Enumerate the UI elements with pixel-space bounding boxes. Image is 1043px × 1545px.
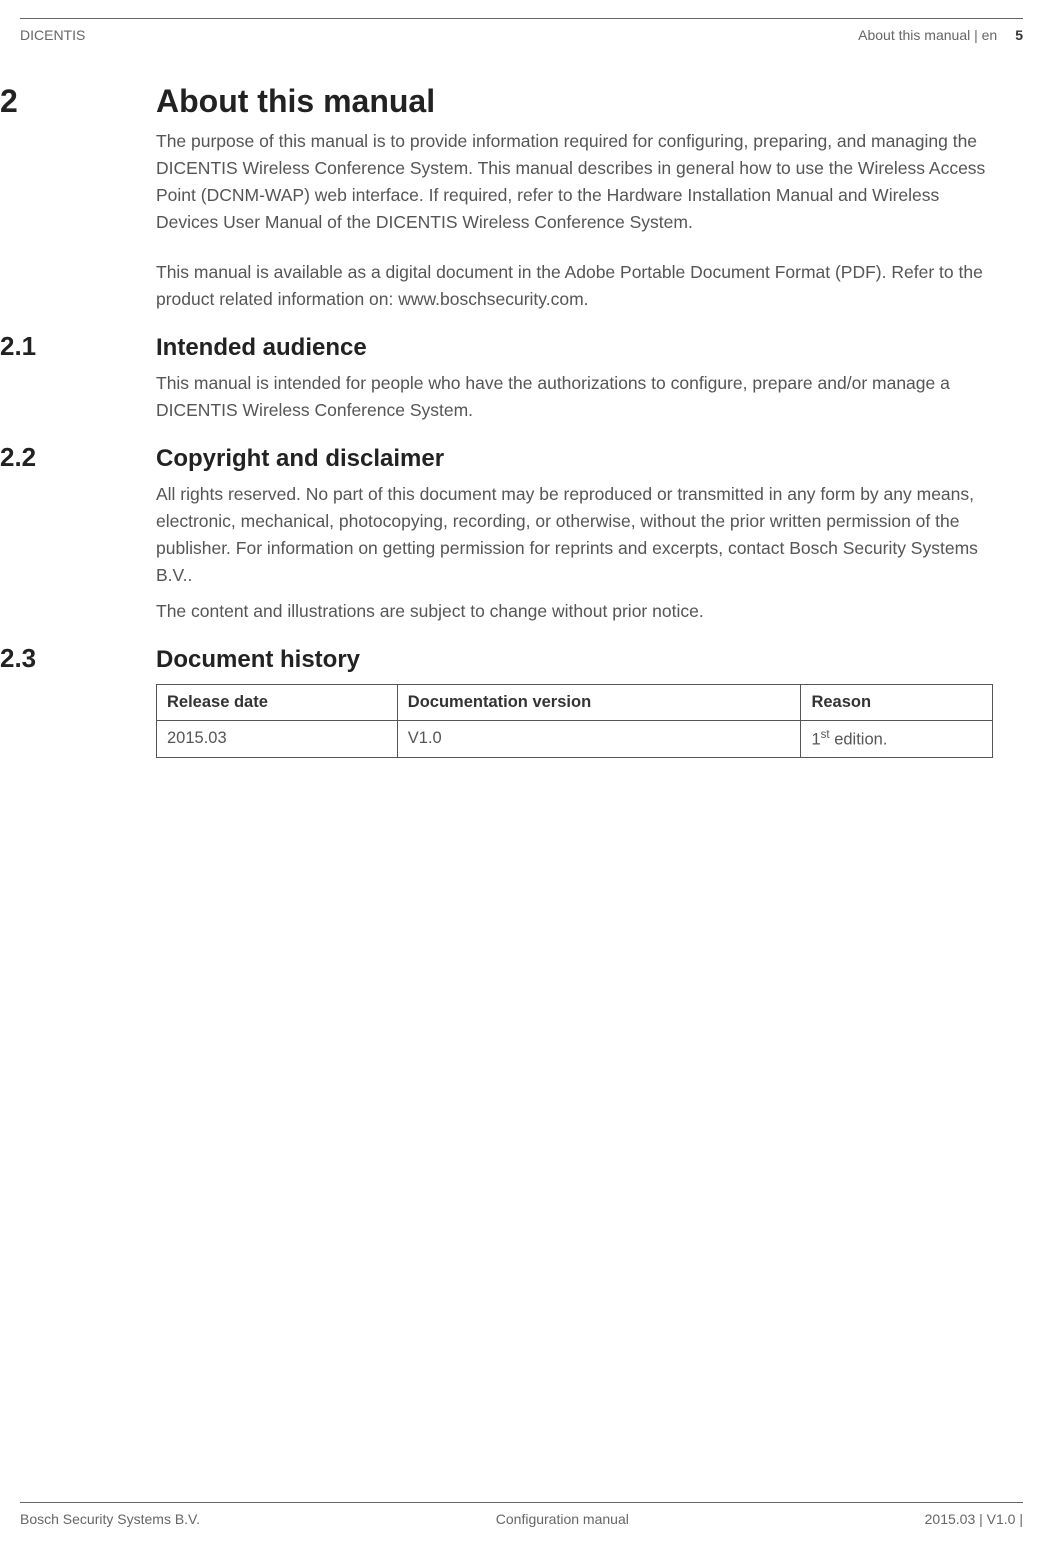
col-reason: Reason bbox=[801, 684, 993, 720]
header-right: About this manual | en 5 bbox=[858, 27, 1023, 43]
section-2-2-paragraph-1: All rights reserved. No part of this doc… bbox=[156, 481, 993, 590]
section-2: 2 About this manual bbox=[0, 83, 1023, 120]
section-2-2: 2.2 Copyright and disclaimer bbox=[0, 442, 1023, 473]
section-2-3: 2.3 Document history bbox=[0, 643, 1023, 674]
col-doc-version: Documentation version bbox=[397, 684, 801, 720]
document-history-table: Release date Documentation version Reaso… bbox=[156, 684, 993, 759]
section-2-paragraph-2: This manual is available as a digital do… bbox=[156, 259, 993, 313]
footer-right: 2015.03 | V1.0 | bbox=[925, 1511, 1023, 1527]
reason-sup: st bbox=[821, 729, 830, 741]
section-title: Copyright and disclaimer bbox=[156, 445, 444, 473]
footer-left: Bosch Security Systems B.V. bbox=[20, 1511, 200, 1527]
section-number: 2.2 bbox=[0, 442, 156, 473]
section-number: 2.1 bbox=[0, 331, 156, 362]
section-title: Intended audience bbox=[156, 334, 367, 362]
section-2-2-paragraph-2: The content and illustrations are subjec… bbox=[156, 598, 993, 625]
cell-reason: 1st edition. bbox=[801, 720, 993, 758]
page-footer: Bosch Security Systems B.V. Configuratio… bbox=[20, 1502, 1023, 1527]
table-header-row: Release date Documentation version Reaso… bbox=[157, 684, 993, 720]
page-header: DICENTIS About this manual | en 5 bbox=[20, 18, 1023, 43]
section-2-1-paragraph-1: This manual is intended for people who h… bbox=[156, 370, 993, 424]
page-content: 2 About this manual The purpose of this … bbox=[0, 83, 1023, 758]
section-2-1: 2.1 Intended audience bbox=[0, 331, 1023, 362]
section-title: Document history bbox=[156, 646, 360, 674]
section-number: 2.3 bbox=[0, 643, 156, 674]
header-left: DICENTIS bbox=[20, 27, 85, 43]
cell-release-date: 2015.03 bbox=[157, 720, 398, 758]
header-section-label: About this manual | en bbox=[858, 27, 997, 43]
col-release-date: Release date bbox=[157, 684, 398, 720]
section-title: About this manual bbox=[156, 83, 435, 120]
page-number: 5 bbox=[1015, 27, 1023, 43]
reason-prefix: 1 bbox=[811, 730, 820, 748]
table-row: 2015.03 V1.0 1st edition. bbox=[157, 720, 993, 758]
cell-doc-version: V1.0 bbox=[397, 720, 801, 758]
reason-suffix: edition. bbox=[830, 730, 888, 748]
section-number: 2 bbox=[0, 83, 156, 120]
footer-center: Configuration manual bbox=[496, 1511, 629, 1527]
section-2-paragraph-1: The purpose of this manual is to provide… bbox=[156, 128, 993, 237]
